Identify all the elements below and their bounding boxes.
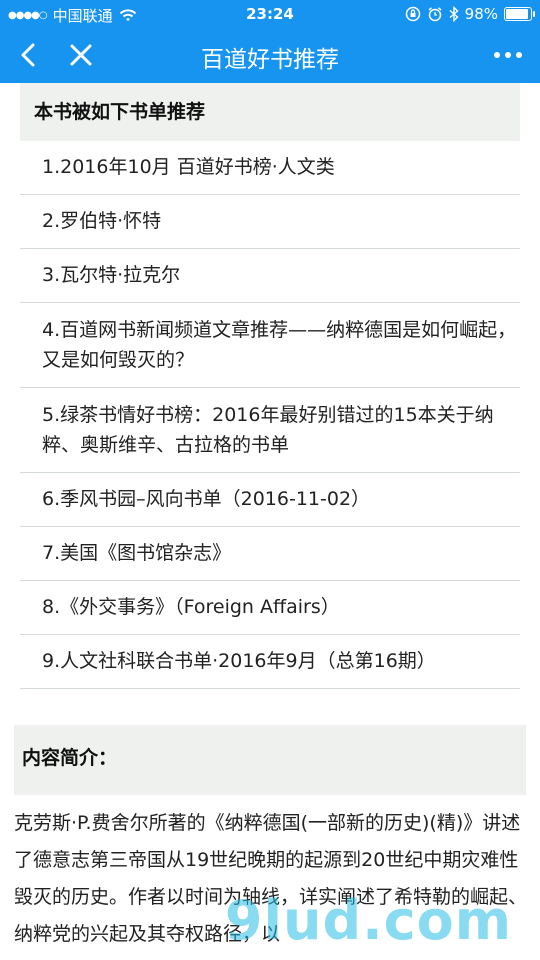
page-title: 百道好书推荐 — [201, 47, 339, 73]
battery-percentage: 98% — [464, 5, 498, 23]
bluetooth-icon — [449, 6, 459, 22]
orientation-lock-icon — [405, 6, 420, 22]
list-item[interactable]: 4.百道网书新闻频道文章推荐——纳粹德国是如何崛起，又是如何毁灭的？ — [20, 303, 520, 388]
recommend-section: 本书被如下书单推荐 1.2016年10月 百道好书榜·人文类 2.罗伯特·怀特 … — [20, 83, 520, 689]
list-item[interactable]: 2.罗伯特·怀特 — [20, 195, 520, 249]
page-content[interactable]: 本书被如下书单推荐 1.2016年10月 百道好书榜·人文类 2.罗伯特·怀特 … — [0, 83, 540, 960]
list-item[interactable]: 6.季风书园–风向书单（2016-11-02） — [20, 473, 520, 527]
list-item[interactable]: 1.2016年10月 百道好书榜·人文类 — [20, 141, 520, 195]
list-item[interactable]: 9.人文社科联合书单·2016年9月（总第16期） — [20, 635, 520, 689]
intro-header: 内容简介： — [14, 725, 526, 795]
battery-icon — [504, 7, 535, 21]
list-item[interactable]: 7.美国《图书馆杂志》 — [20, 527, 520, 581]
list-item[interactable]: 8.《外交事务》（Foreign Affairs） — [20, 581, 520, 635]
list-item[interactable]: 3.瓦尔特·拉克尔 — [20, 249, 520, 303]
status-bar: ●●●●○ 中国联通 23:24 98% — [0, 0, 540, 28]
intro-section: 内容简介： — [14, 725, 526, 795]
recommend-header: 本书被如下书单推荐 — [20, 83, 520, 141]
intro-paragraph: 克劳斯·P.费舍尔所著的《纳粹德国(一部新的历史)(精)》讲述了德意志第三帝国从… — [14, 812, 528, 945]
more-options-icon[interactable] — [490, 40, 526, 70]
navigation-bar: 百道好书推荐 — [0, 28, 540, 83]
list-item[interactable]: 5.绿茶书情好书榜：2016年最好别错过的15本关于纳粹、奥斯维辛、古拉格的书单 — [20, 388, 520, 473]
alarm-icon — [428, 7, 442, 22]
